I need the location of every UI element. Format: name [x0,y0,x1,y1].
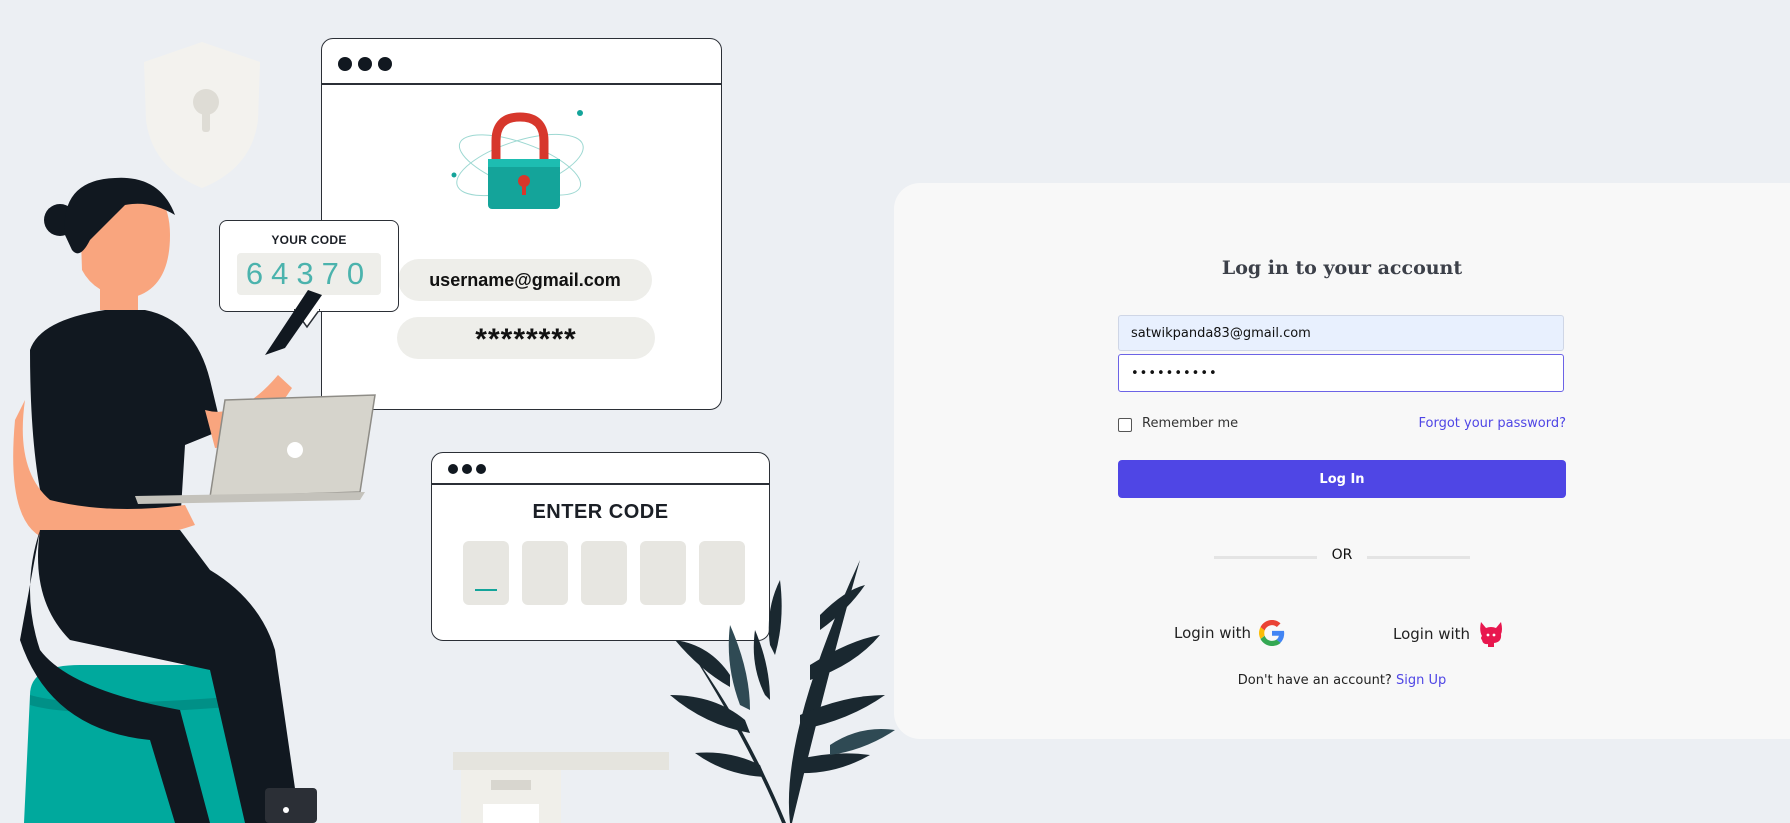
window-dot [358,57,372,71]
github-login-label: Login with [1393,625,1471,643]
remember-me-checkbox[interactable] [1118,418,1132,432]
login-button[interactable]: Log In [1118,460,1566,498]
login-illustration: username@gmail.com ******** ENTER CODE Y… [0,0,900,823]
signup-row: Don't have an account? Sign Up [894,673,1790,688]
login-card: Log in to your account Remember me Forgo… [894,183,1790,739]
or-divider-label: OR [1317,547,1367,563]
signup-link[interactable]: Sign Up [1396,673,1446,688]
remember-me-label[interactable]: Remember me [1142,416,1238,431]
enter-code-title: ENTER CODE [532,501,669,523]
code-box [581,541,627,605]
google-login-label: Login with [1174,624,1252,642]
github-icon [1480,622,1503,647]
google-icon [1259,620,1285,646]
window-dot [476,464,486,474]
box-illustration [453,752,669,823]
google-login-button[interactable]: Login with [1174,620,1285,646]
code-box [522,541,568,605]
window-dot [462,464,472,474]
shield-icon [144,42,260,188]
window-dot [378,57,392,71]
padlock-icon [451,110,584,209]
forgot-password-link[interactable]: Forgot your password? [1418,416,1566,431]
email-field[interactable] [1118,315,1564,351]
password-field[interactable] [1118,354,1564,392]
plant-illustration [670,560,895,823]
window-dot [448,464,458,474]
password-pill: ******** [397,317,655,359]
person-illustration [13,177,376,823]
window-dot [338,57,352,71]
window-titlebar [432,453,769,485]
github-login-button[interactable]: Login with [1393,620,1504,648]
window-titlebar [322,39,721,85]
username-pill: username@gmail.com [398,259,652,301]
login-title: Log in to your account [1221,257,1463,279]
code-box [463,541,509,605]
signup-prompt: Don't have an account? [1237,673,1392,688]
